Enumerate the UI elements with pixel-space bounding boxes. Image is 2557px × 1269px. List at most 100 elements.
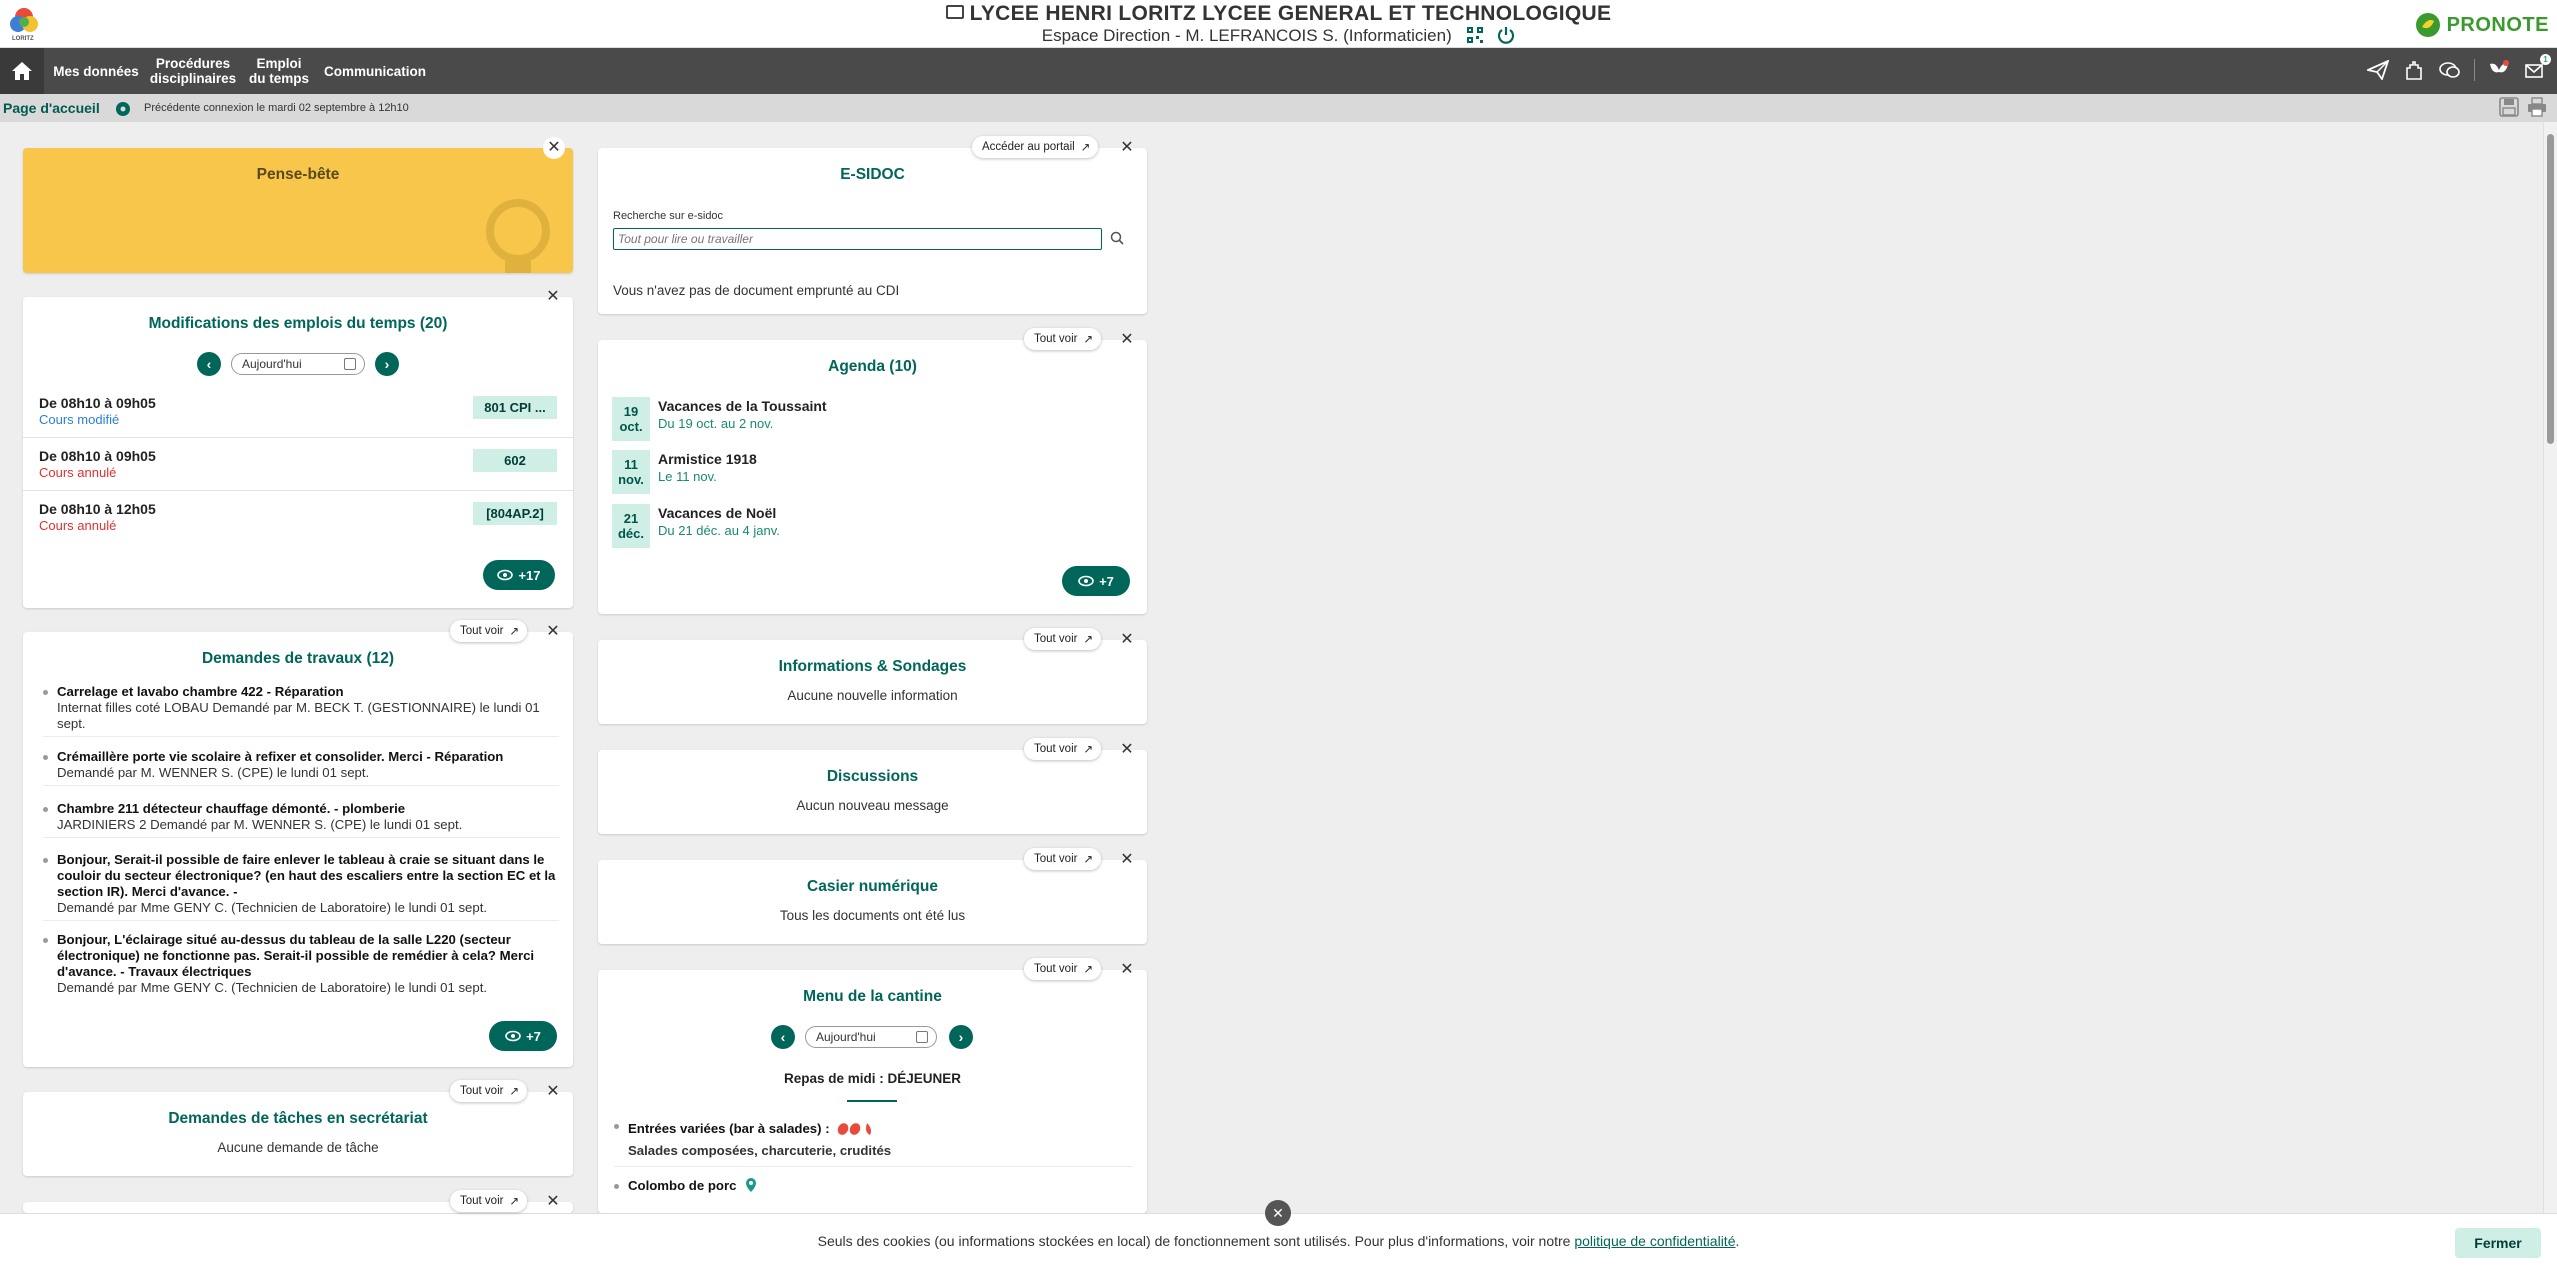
privacy-policy-link[interactable]: politique de confidentialité xyxy=(1574,1233,1735,1249)
travaux-close-button[interactable]: ✕ xyxy=(543,622,563,642)
edt-status: Cours annulé xyxy=(39,465,117,480)
travaux-tout-voir-button[interactable]: Tout voir ↗ xyxy=(450,620,528,642)
cantine-date-picker[interactable]: Aujourd'hui xyxy=(805,1026,937,1048)
cantine-meal-underline xyxy=(847,1100,897,1102)
list-item[interactable]: 19 oct. Vacances de la Toussaint Du 19 oc… xyxy=(612,397,1112,443)
list-item[interactable]: Bonjour, L'éclairage situé au-dessus du … xyxy=(43,932,559,1000)
infos-panel: Informations & Sondages Aucune nouvelle … xyxy=(598,640,1147,724)
list-item[interactable]: Bonjour, Serait-il possible de faire enl… xyxy=(43,852,559,921)
save-icon[interactable] xyxy=(2499,97,2519,117)
nav-emploi-du-temps[interactable]: Emploi du temps xyxy=(244,48,314,94)
bullet-icon xyxy=(614,1124,619,1129)
emplois-prev-button[interactable]: ‹ xyxy=(197,352,221,376)
list-item[interactable]: Carrelage et lavabo chambre 422 - Répara… xyxy=(43,684,559,737)
gear-icon[interactable] xyxy=(115,101,131,117)
list-item[interactable]: 21 déc. Vacances de Noël Du 21 déc. au 4 … xyxy=(612,504,1112,550)
agenda-panel: Agenda (10) 19 oct. Vacances de la Toussa… xyxy=(598,340,1147,614)
taches-panel: Demandes de tâches en secrétariat Aucune… xyxy=(23,1092,573,1176)
print-icon[interactable] xyxy=(2527,97,2547,117)
taches-empty: Aucune demande de tâche xyxy=(217,1140,379,1155)
travaux-more-button[interactable]: +7 xyxy=(489,1021,557,1051)
cookie-text: Seuls des cookies (ou informations stock… xyxy=(817,1233,1740,1249)
logout-icon[interactable] xyxy=(1497,26,1515,44)
list-item[interactable]: 11 nov. Armistice 1918 Le 11 nov. xyxy=(612,450,1112,496)
agenda-more-button[interactable]: +7 xyxy=(1062,566,1130,596)
bullet-icon xyxy=(43,690,48,695)
taches-title: Demandes de tâches en secrétariat xyxy=(168,1110,428,1127)
external-link-icon: ↗ xyxy=(1080,142,1091,154)
home-icon xyxy=(12,62,32,80)
edt-row[interactable]: De 08h10 à 09h05 Cours modifié 801 CPI .… xyxy=(23,385,573,438)
nav-mes-donnees[interactable]: Mes données xyxy=(50,48,142,94)
emplois-next-button[interactable]: › xyxy=(375,352,399,376)
chevron-right-icon: › xyxy=(958,1029,964,1045)
send-icon[interactable] xyxy=(2366,58,2390,82)
chat-icon[interactable] xyxy=(2438,58,2462,82)
location-pin-icon xyxy=(746,1178,757,1192)
agenda-title: Agenda (10) xyxy=(828,358,917,375)
nav-procedures-disciplinaires[interactable]: Procédures disciplinaires xyxy=(148,48,238,94)
agenda-date: 19 oct. xyxy=(612,397,650,441)
emplois-date-picker[interactable]: Aujourd'hui xyxy=(231,353,365,375)
bullet-icon xyxy=(43,938,48,943)
pronote-leaf-icon xyxy=(2415,13,2440,37)
emplois-title: Modifications des emplois du temps (20) xyxy=(148,315,448,332)
next-left-close-button[interactable]: ✕ xyxy=(543,1192,563,1212)
emplois-close-button[interactable]: ✕ xyxy=(543,287,563,307)
list-item[interactable]: Entrées variées (bar à salades) : Salade… xyxy=(614,1118,1133,1167)
next-left-tout-voir-button[interactable]: Tout voir ↗ xyxy=(450,1190,528,1212)
pronote-logo[interactable]: PRONOTE xyxy=(2415,12,2549,38)
app-header: LORITZ LYCEE HENRI LORITZ LYCEE GENERAL … xyxy=(0,0,2557,48)
messages-icon[interactable]: 1 xyxy=(2523,54,2551,82)
agenda-tout-voir-button[interactable]: Tout voir ↗ xyxy=(1024,328,1102,350)
cantine-panel: Menu de la cantine ‹ Aujourd'hui › Repas… xyxy=(598,970,1147,1213)
scrollbar-thumb[interactable] xyxy=(2547,134,2554,444)
infos-tout-voir-button[interactable]: Tout voir ↗ xyxy=(1024,628,1102,650)
list-item[interactable]: Chambre 211 détecteur chauffage démonté.… xyxy=(43,801,559,838)
pense-bete-panel[interactable]: Pense-bête xyxy=(23,148,573,273)
edt-class-tag: 801 CPI ... xyxy=(473,396,557,419)
infos-close-button[interactable]: ✕ xyxy=(1117,630,1137,650)
esidoc-portal-button[interactable]: Accéder au portail ↗ xyxy=(972,136,1099,158)
bug-icon[interactable] xyxy=(2487,58,2511,82)
discussions-close-button[interactable]: ✕ xyxy=(1117,740,1137,760)
travaux-panel: Demandes de travaux (12) Carrelage et la… xyxy=(23,632,573,1067)
infos-empty: Aucune nouvelle information xyxy=(787,688,958,703)
edt-row[interactable]: De 08h10 à 12h05 Cours annulé [804AP.2] xyxy=(23,491,573,544)
castle-icon[interactable] xyxy=(2402,58,2426,82)
last-login: Précédente connexion le mardi 02 septemb… xyxy=(144,102,409,114)
messages-badge: 1 xyxy=(2540,54,2551,65)
external-arrow-icon: ↗ xyxy=(509,626,520,638)
nav-communication[interactable]: Communication xyxy=(318,48,432,94)
list-item[interactable]: Crémaillère porte vie scolaire à refixer… xyxy=(43,749,559,786)
casier-title: Casier numérique xyxy=(807,878,938,895)
eye-icon xyxy=(1078,575,1094,587)
agenda-close-button[interactable]: ✕ xyxy=(1117,330,1137,350)
cantine-next-button[interactable]: › xyxy=(949,1025,973,1049)
esidoc-close-button[interactable]: ✕ xyxy=(1117,138,1137,158)
calendar-icon xyxy=(344,358,356,370)
taches-tout-voir-button[interactable]: Tout voir ↗ xyxy=(450,1080,528,1102)
cookie-close-button[interactable]: Fermer xyxy=(2455,1228,2541,1258)
discussions-tout-voir-button[interactable]: Tout voir ↗ xyxy=(1024,738,1102,760)
page-scrollbar[interactable] xyxy=(2543,122,2557,1213)
casier-close-button[interactable]: ✕ xyxy=(1117,850,1137,870)
breadcrumb: Page d'accueil Précédente connexion le m… xyxy=(0,94,2557,122)
edt-row[interactable]: De 08h10 à 09h05 Cours annulé 602 xyxy=(23,438,573,491)
home-button[interactable] xyxy=(0,48,44,94)
cantine-tout-voir-button[interactable]: Tout voir ↗ xyxy=(1024,958,1102,980)
cantine-close-button[interactable]: ✕ xyxy=(1117,960,1137,980)
list-item[interactable]: Colombo de porc xyxy=(614,1178,1133,1198)
discussions-panel: Discussions Aucun nouveau message xyxy=(598,750,1147,834)
qr-code-icon[interactable] xyxy=(1466,27,1483,43)
emplois-more-button[interactable]: +17 xyxy=(483,560,555,590)
esidoc-search-input[interactable] xyxy=(613,228,1102,250)
search-icon[interactable] xyxy=(1110,231,1124,250)
casier-tout-voir-button[interactable]: Tout voir ↗ xyxy=(1024,848,1102,870)
edt-status: Cours annulé xyxy=(39,518,117,533)
taches-close-button[interactable]: ✕ xyxy=(543,1082,563,1102)
cantine-prev-button[interactable]: ‹ xyxy=(771,1025,795,1049)
cookie-collapse-button[interactable]: ✕ xyxy=(1265,1200,1291,1226)
pense-bete-close-button[interactable]: ✕ xyxy=(543,137,565,159)
crumb-actions xyxy=(2499,97,2547,117)
